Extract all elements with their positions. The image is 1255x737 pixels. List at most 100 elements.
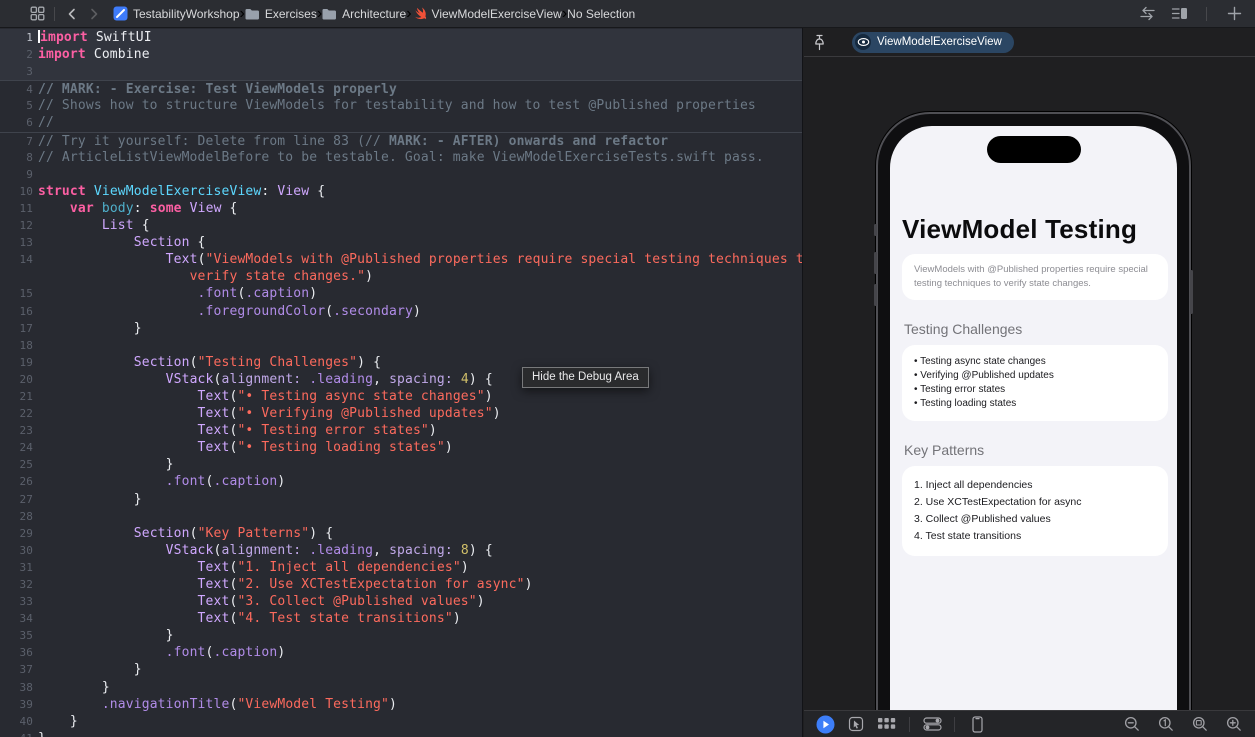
code-line[interactable]: 38 } bbox=[0, 679, 802, 696]
zoom-out-icon[interactable] bbox=[1121, 713, 1143, 735]
breadcrumb-item[interactable]: ViewModelExerciseView bbox=[412, 6, 562, 21]
line-number[interactable]: 19 bbox=[0, 354, 38, 371]
select-mode-icon[interactable] bbox=[845, 713, 867, 735]
code-line[interactable]: 2 import Combine bbox=[0, 46, 802, 64]
code-line[interactable]: 1 import SwiftUI bbox=[0, 29, 802, 47]
code-line[interactable]: 23 Text("• Testing error states") bbox=[0, 422, 802, 439]
zoom-fit-icon[interactable] bbox=[1189, 713, 1211, 735]
line-number[interactable]: 15 bbox=[0, 285, 38, 302]
code-line[interactable]: 33 Text("3. Collect @Published values") bbox=[0, 593, 802, 610]
code-line[interactable]: 20 VStack(alignment: .leading, spacing: … bbox=[0, 371, 802, 388]
line-number[interactable]: 14 bbox=[0, 251, 38, 268]
line-number[interactable]: 9 bbox=[0, 166, 38, 183]
line-number[interactable]: 5 bbox=[0, 97, 38, 114]
line-number[interactable]: 36 bbox=[0, 644, 38, 661]
code-line[interactable]: 10 struct ViewModelExerciseView: View { bbox=[0, 183, 802, 200]
code-line[interactable]: 39 .navigationTitle("ViewModel Testing") bbox=[0, 696, 802, 713]
line-number[interactable]: 25 bbox=[0, 456, 38, 473]
line-number[interactable]: 26 bbox=[0, 473, 38, 490]
line-number[interactable]: 20 bbox=[0, 371, 38, 388]
pin-icon[interactable] bbox=[804, 34, 834, 51]
code-line[interactable]: 11 var body: some View { bbox=[0, 200, 802, 217]
breadcrumb-item[interactable]: Architecture bbox=[322, 7, 406, 21]
line-number[interactable]: 1 bbox=[0, 29, 38, 46]
line-number[interactable]: 32 bbox=[0, 576, 38, 593]
code-line[interactable]: 9 bbox=[0, 166, 802, 183]
line-number[interactable]: 34 bbox=[0, 610, 38, 627]
line-number[interactable]: 4 bbox=[0, 81, 38, 97]
device-settings-icon[interactable] bbox=[921, 713, 943, 735]
code-line[interactable]: verify state changes.") bbox=[0, 268, 802, 285]
code-line[interactable]: 34 Text("4. Test state transitions") bbox=[0, 610, 802, 627]
line-number[interactable]: 17 bbox=[0, 320, 38, 337]
code-line[interactable]: 13 Section { bbox=[0, 234, 802, 251]
line-number[interactable]: 16 bbox=[0, 303, 38, 320]
preview-tab[interactable]: ViewModelExerciseView bbox=[852, 31, 1014, 53]
line-number[interactable]: 37 bbox=[0, 661, 38, 678]
code-line[interactable]: 16 .foregroundColor(.secondary) bbox=[0, 303, 802, 320]
line-number[interactable]: 40 bbox=[0, 713, 38, 730]
play-icon[interactable] bbox=[814, 713, 836, 735]
code-line[interactable]: 35 } bbox=[0, 627, 802, 644]
line-number[interactable]: 33 bbox=[0, 593, 38, 610]
code-line[interactable]: 17 } bbox=[0, 320, 802, 337]
line-number[interactable]: 24 bbox=[0, 439, 38, 456]
line-number[interactable]: 3 bbox=[0, 63, 38, 80]
line-number[interactable]: 28 bbox=[0, 508, 38, 525]
code-line[interactable]: 21 Text("• Testing async state changes") bbox=[0, 388, 802, 405]
code-area[interactable]: 1 import SwiftUI 2 import Combine 3 4// MARK:… bbox=[0, 28, 802, 737]
code-line[interactable]: 26 .font(.caption) bbox=[0, 473, 802, 490]
code-line[interactable]: 22 Text("• Verifying @Published updates"… bbox=[0, 405, 802, 422]
code-line[interactable]: 31 Text("1. Inject all dependencies") bbox=[0, 559, 802, 576]
code-line[interactable]: 41} bbox=[0, 730, 802, 737]
code-line[interactable]: 18 bbox=[0, 337, 802, 354]
code-line[interactable]: 25 } bbox=[0, 456, 802, 473]
code-line[interactable]: 32 Text("2. Use XCTestExpectation for as… bbox=[0, 576, 802, 593]
code-line[interactable]: 3 bbox=[0, 63, 802, 81]
line-number[interactable]: 8 bbox=[0, 149, 38, 166]
code-line[interactable]: 30 VStack(alignment: .leading, spacing: … bbox=[0, 542, 802, 559]
code-line[interactable]: 24 Text("• Testing loading states") bbox=[0, 439, 802, 456]
code-line[interactable]: 27 } bbox=[0, 491, 802, 508]
code-review-icon[interactable] bbox=[1136, 3, 1158, 25]
zoom-100-icon[interactable] bbox=[1155, 713, 1177, 735]
code-line[interactable]: 15 .font(.caption) bbox=[0, 285, 802, 302]
zoom-in-icon[interactable] bbox=[1223, 713, 1245, 735]
line-number[interactable]: 7 bbox=[0, 133, 38, 149]
line-number[interactable]: 39 bbox=[0, 696, 38, 713]
line-number[interactable]: 38 bbox=[0, 679, 38, 696]
line-number[interactable]: 23 bbox=[0, 422, 38, 439]
line-number[interactable]: 27 bbox=[0, 491, 38, 508]
line-number[interactable] bbox=[0, 268, 38, 285]
line-number[interactable]: 31 bbox=[0, 559, 38, 576]
line-number[interactable]: 29 bbox=[0, 525, 38, 542]
related-items-icon[interactable] bbox=[26, 3, 48, 25]
line-number[interactable]: 35 bbox=[0, 627, 38, 644]
code-line[interactable]: 5// Shows how to structure ViewModels fo… bbox=[0, 97, 802, 114]
back-chevron-icon[interactable] bbox=[61, 3, 83, 25]
line-number[interactable]: 6 bbox=[0, 114, 38, 131]
code-line[interactable]: 7// Try it yourself: Delete from line 83… bbox=[0, 131, 802, 149]
add-editor-icon[interactable] bbox=[1223, 3, 1245, 25]
code-line[interactable]: 37 } bbox=[0, 661, 802, 678]
line-number[interactable]: 22 bbox=[0, 405, 38, 422]
breadcrumb-item[interactable]: No Selection bbox=[567, 7, 635, 21]
variants-icon[interactable] bbox=[876, 713, 898, 735]
line-number[interactable]: 11 bbox=[0, 200, 38, 217]
forward-chevron-icon[interactable] bbox=[83, 3, 105, 25]
line-number[interactable]: 21 bbox=[0, 388, 38, 405]
code-line[interactable]: 40 } bbox=[0, 713, 802, 730]
line-number[interactable]: 10 bbox=[0, 183, 38, 200]
line-number[interactable]: 41 bbox=[0, 730, 38, 737]
code-line[interactable]: 12 List { bbox=[0, 217, 802, 234]
breadcrumb-item[interactable]: TestabilityWorkshop bbox=[113, 6, 240, 21]
line-number[interactable]: 2 bbox=[0, 46, 38, 63]
code-line[interactable]: 28 bbox=[0, 508, 802, 525]
code-line[interactable]: 29 Section("Key Patterns") { bbox=[0, 525, 802, 542]
line-number[interactable]: 18 bbox=[0, 337, 38, 354]
line-number[interactable]: 13 bbox=[0, 234, 38, 251]
source-editor[interactable]: 1 import SwiftUI 2 import Combine 3 4// MARK:… bbox=[0, 28, 803, 737]
code-line[interactable]: 19 Section("Testing Challenges") { bbox=[0, 354, 802, 371]
code-line[interactable]: 14 Text("ViewModels with @Published prop… bbox=[0, 251, 802, 268]
code-line[interactable]: 8// ArticleListViewModelBefore to be tes… bbox=[0, 149, 802, 166]
